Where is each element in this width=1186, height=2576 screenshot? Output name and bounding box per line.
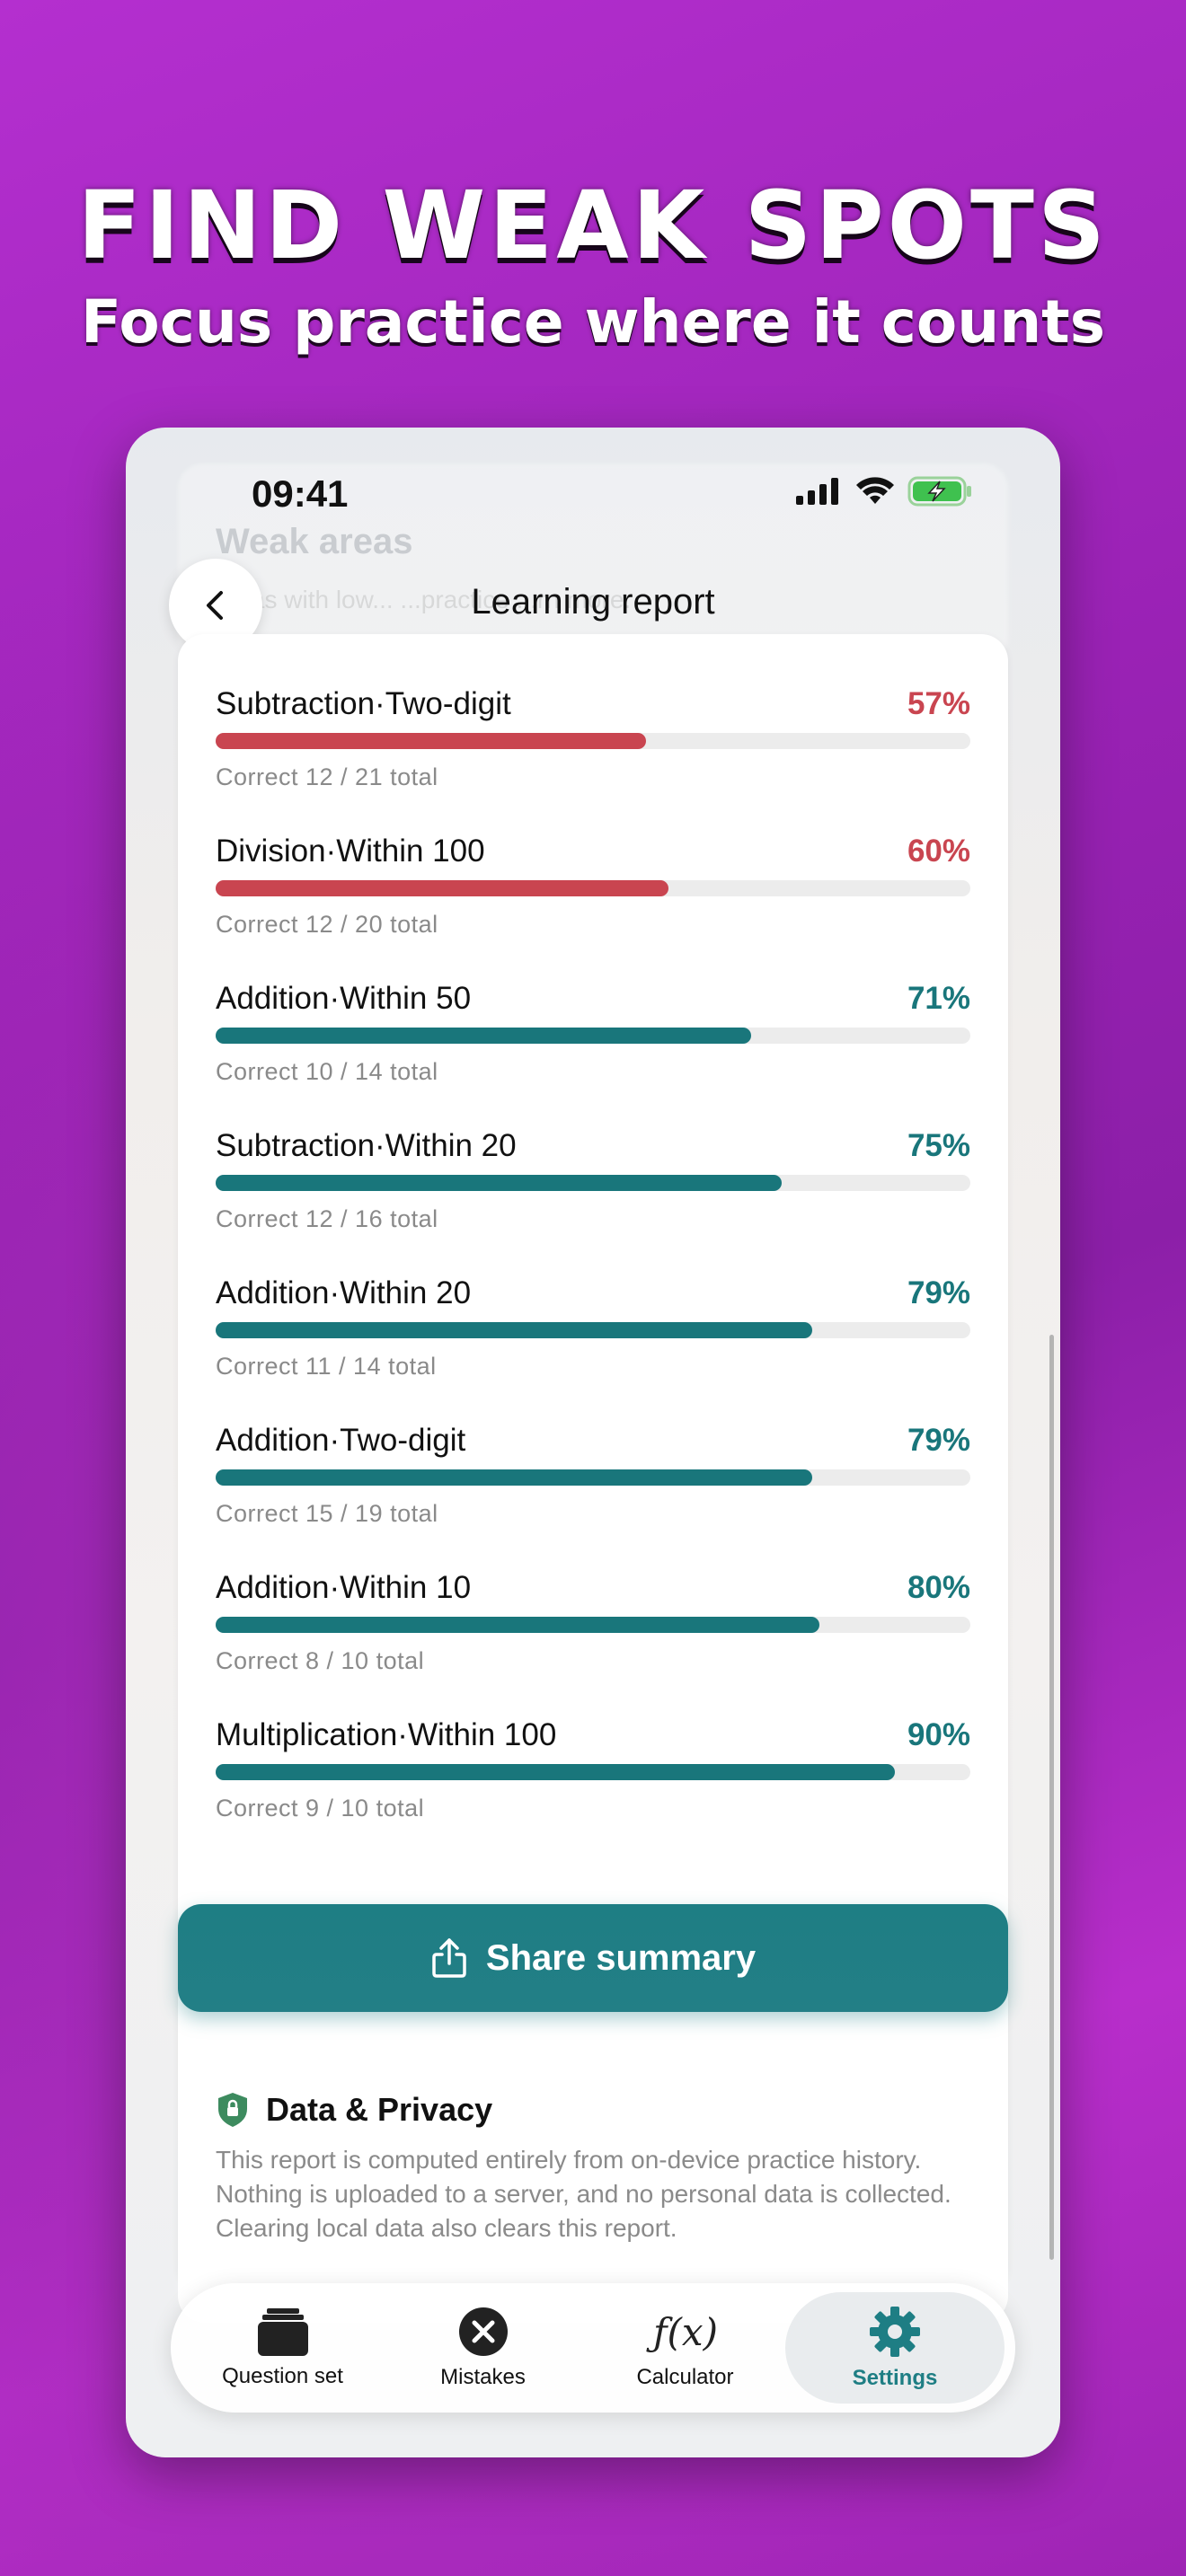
tab-label: Settings bbox=[852, 2366, 938, 2390]
status-time: 09:41 bbox=[252, 472, 349, 515]
stat-row: Addition·Within 50 71% Correct 10 / 14 tot… bbox=[216, 981, 970, 1125]
tab-label: Question set bbox=[222, 2364, 343, 2388]
progress-track bbox=[216, 733, 970, 749]
stat-label: Division·Within 100 bbox=[216, 834, 485, 869]
stat-row: Addition·Within 20 79% Correct 11 / 14 tot… bbox=[216, 1275, 970, 1419]
progress-track bbox=[216, 1617, 970, 1633]
scrollbar[interactable] bbox=[1049, 1335, 1054, 2260]
privacy-title: Data & Privacy bbox=[266, 2091, 493, 2128]
tab-label: Calculator bbox=[636, 2365, 734, 2389]
stat-percent: 75% bbox=[907, 1128, 970, 1163]
stat-label: Addition·Within 10 bbox=[216, 1570, 472, 1605]
stat-detail: Correct 10 / 14 total bbox=[216, 1058, 438, 1085]
privacy-card: Data & Privacy This report is computed e… bbox=[178, 2053, 1008, 2323]
stat-label: Addition·Two-digit bbox=[216, 1423, 466, 1458]
page-title: Learning report bbox=[471, 582, 715, 622]
progress-fill bbox=[216, 1617, 819, 1633]
stat-detail: Correct 12 / 21 total bbox=[216, 763, 438, 790]
tab-label: Mistakes bbox=[440, 2365, 526, 2389]
promo-headline: FIND WEAK SPOTS bbox=[77, 171, 1109, 280]
status-icons bbox=[796, 476, 974, 507]
stat-percent: 79% bbox=[907, 1275, 970, 1310]
tab-bar: Question set Mistakes ƒ(x) Calculator Se… bbox=[171, 2283, 1015, 2413]
signal-icon bbox=[796, 478, 838, 505]
progress-fill bbox=[216, 880, 668, 896]
stat-percent: 80% bbox=[907, 1570, 970, 1605]
share-summary-button[interactable]: Share summary bbox=[178, 1904, 1008, 2012]
stat-row: Division·Within 100 60% Correct 12 / 20 to… bbox=[216, 834, 970, 977]
shield-lock-icon bbox=[218, 2093, 247, 2127]
privacy-description: This report is computed entirely from on… bbox=[216, 2146, 951, 2242]
stat-detail: Correct 9 / 10 total bbox=[216, 1795, 425, 1822]
progress-track bbox=[216, 880, 970, 896]
stat-detail: Correct 15 / 19 total bbox=[216, 1500, 438, 1527]
stat-percent: 90% bbox=[907, 1717, 970, 1752]
progress-fill bbox=[216, 1028, 752, 1044]
stat-detail: Correct 11 / 14 total bbox=[216, 1353, 437, 1380]
x-circle-icon bbox=[458, 2307, 508, 2356]
stat-label: Addition·Within 50 bbox=[216, 981, 472, 1016]
stat-label: Subtraction·Within 20 bbox=[216, 1128, 517, 1163]
share-icon bbox=[432, 1938, 466, 1978]
battery-charging-icon bbox=[907, 476, 971, 507]
progress-track bbox=[216, 1028, 970, 1044]
tab-question-set[interactable]: Question set bbox=[181, 2283, 384, 2413]
progress-fill bbox=[216, 1322, 812, 1338]
stat-row: Subtraction·Two-digit 57% Correct 12 / 21 … bbox=[216, 686, 970, 830]
faded-section-title: Weak areas bbox=[216, 522, 413, 561]
gear-icon bbox=[870, 2307, 920, 2357]
stat-percent: 57% bbox=[907, 686, 970, 721]
svg-text:ƒ(x): ƒ(x) bbox=[645, 2310, 717, 2354]
stat-percent: 79% bbox=[907, 1423, 970, 1458]
stat-label: Subtraction·Two-digit bbox=[216, 686, 511, 721]
phone-screen: Weak areas ...eas with low... ...practic… bbox=[126, 428, 1060, 2457]
stat-detail: Correct 12 / 16 total bbox=[216, 1205, 438, 1232]
share-summary-label: Share summary bbox=[485, 1937, 757, 1978]
stat-percent: 71% bbox=[907, 981, 970, 1016]
stat-percent: 60% bbox=[907, 834, 970, 869]
stat-row: Multiplication·Within 100 90% Correct 9 / … bbox=[216, 1717, 970, 1861]
progress-track bbox=[216, 1764, 970, 1780]
function-icon: ƒ(x) bbox=[645, 2310, 717, 2354]
stat-row: Addition·Within 10 80% Correct 8 / 10 tota… bbox=[216, 1570, 970, 1714]
stat-label: Addition·Within 20 bbox=[216, 1275, 472, 1310]
progress-fill bbox=[216, 733, 646, 749]
stat-detail: Correct 12 / 20 total bbox=[216, 911, 438, 938]
progress-track bbox=[216, 1469, 970, 1486]
wifi-icon bbox=[856, 477, 894, 504]
progress-track bbox=[216, 1175, 970, 1191]
progress-fill bbox=[216, 1175, 782, 1191]
stat-row: Subtraction·Within 20 75% Correct 12 / 16 … bbox=[216, 1128, 970, 1272]
tab-settings[interactable]: Settings bbox=[785, 2292, 1005, 2404]
tab-calculator[interactable]: ƒ(x) Calculator bbox=[584, 2283, 786, 2413]
progress-track bbox=[216, 1322, 970, 1338]
tab-mistakes[interactable]: Mistakes bbox=[382, 2283, 584, 2413]
stat-label: Multiplication·Within 100 bbox=[216, 1717, 557, 1752]
progress-fill bbox=[216, 1764, 895, 1780]
stat-detail: Correct 8 / 10 total bbox=[216, 1647, 425, 1674]
progress-fill bbox=[216, 1469, 812, 1486]
stat-row: Addition·Two-digit 79% Correct 15 / 19 tot… bbox=[216, 1423, 970, 1566]
promo-subheadline: Focus practice where it counts bbox=[80, 287, 1106, 357]
stack-icon bbox=[257, 2308, 308, 2356]
